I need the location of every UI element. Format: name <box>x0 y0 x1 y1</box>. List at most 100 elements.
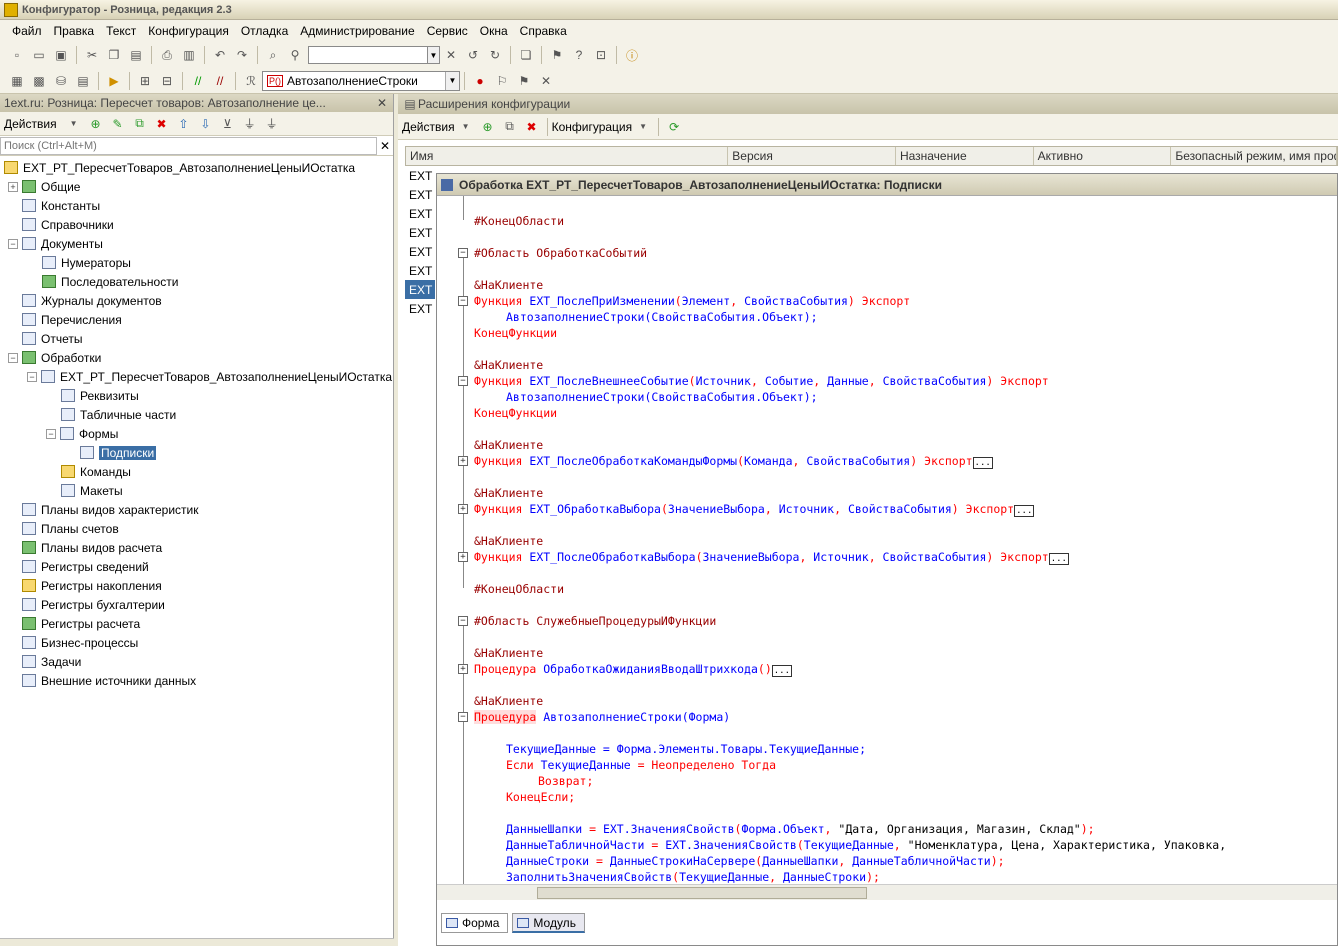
print-icon[interactable]: ⎙ <box>157 45 177 65</box>
menu-help[interactable]: Справка <box>514 24 573 38</box>
extension-row[interactable]: EXT <box>405 166 435 185</box>
fold-toggle-icon[interactable]: + <box>458 664 468 674</box>
tree-item-calculation-registers[interactable]: Регистры расчета <box>0 614 393 633</box>
find-previous-icon[interactable]: ↺ <box>463 45 483 65</box>
tree-item-accumulation-registers[interactable]: Регистры накопления <box>0 576 393 595</box>
menu-windows[interactable]: Окна <box>474 24 514 38</box>
start-debug-icon[interactable]: ▶ <box>104 71 124 91</box>
refresh-icon[interactable]: ⟳ <box>664 117 684 137</box>
collapse-icon[interactable]: − <box>8 352 18 363</box>
col-safe-mode[interactable]: Безопасный режим, имя профи <box>1171 147 1337 165</box>
new-file-icon[interactable]: ▫ <box>7 45 27 65</box>
bookmark-icon[interactable]: ⚐ <box>492 71 512 91</box>
add-extension-icon[interactable]: ⊕ <box>478 117 498 137</box>
database-config-icon[interactable]: ▦ <box>7 71 27 91</box>
tree-item-attributes[interactable]: Реквизиты <box>0 386 393 405</box>
help-icon[interactable]: ⚑ <box>547 45 567 65</box>
info-icon[interactable]: ⓘ <box>622 45 642 65</box>
tree-item-common[interactable]: + Общие <box>0 177 393 196</box>
find-in-files-icon[interactable]: ⌕ <box>263 45 283 65</box>
tree-root[interactable]: EXT_РТ_ПересчетТоваров_АвтозаполнениеЦен… <box>0 158 393 177</box>
col-active[interactable]: Активно <box>1034 147 1172 165</box>
menu-edit[interactable]: Правка <box>48 24 101 38</box>
tree-item-data-processors[interactable]: − Обработки <box>0 348 393 367</box>
find-next-icon[interactable]: ↻ <box>485 45 505 65</box>
menu-text[interactable]: Текст <box>100 24 142 38</box>
dropdown-icon[interactable]: ▼ <box>456 117 476 137</box>
window-tabs-bar[interactable] <box>0 938 394 946</box>
print-preview-icon[interactable]: ▥ <box>179 45 199 65</box>
move-up-icon[interactable]: ⇧ <box>174 114 194 134</box>
next-bookmark-icon[interactable]: ⚑ <box>514 71 534 91</box>
add-icon[interactable]: ⊕ <box>86 114 106 134</box>
collapsed-block-marker[interactable]: ... <box>1048 553 1069 565</box>
copy-icon[interactable]: ❐ <box>104 45 124 65</box>
search-dropdown-icon[interactable]: ▼ <box>428 46 440 64</box>
collapsed-block-marker[interactable]: ... <box>1014 505 1035 517</box>
search-input[interactable] <box>308 46 428 64</box>
format-icon[interactable]: ⊟ <box>157 71 177 91</box>
tree-item-subscriptions[interactable]: Подписки <box>0 443 393 462</box>
code-editor[interactable]: #КонецОбласти − #Область ОбработкаСобыти… <box>437 196 1337 886</box>
tree-item-processor[interactable]: − EXT_РТ_ПересчетТоваров_АвтозаполнениеЦе… <box>0 367 393 386</box>
close-icon[interactable]: ✕ <box>375 96 389 110</box>
module-window-titlebar[interactable]: Обработка EXT_РТ_ПересчетТоваров_Автозап… <box>437 174 1337 196</box>
menu-service[interactable]: Сервис <box>421 24 474 38</box>
extension-row[interactable]: EXT <box>405 204 435 223</box>
configuration-menu[interactable]: Конфигурация <box>552 120 633 134</box>
fold-toggle-icon[interactable]: − <box>458 296 468 306</box>
breakpoint-icon[interactable]: ● <box>470 71 490 91</box>
collapse-icon[interactable]: − <box>8 238 18 249</box>
syntax-helper-icon[interactable]: ⊡ <box>591 45 611 65</box>
procedure-list-icon[interactable]: ℛ <box>241 71 261 91</box>
tree-item-numerators[interactable]: Нумераторы <box>0 253 393 272</box>
fold-toggle-icon[interactable]: + <box>458 552 468 562</box>
edit-icon[interactable]: ✎ <box>108 114 128 134</box>
save-icon[interactable]: ▣ <box>51 45 71 65</box>
collapsed-block-marker[interactable]: ... <box>972 457 993 469</box>
procedure-combo[interactable]: Р() АвтозаполнениеСтроки ▼ <box>262 70 460 91</box>
context-help-icon[interactable]: ? <box>569 45 589 65</box>
tree-item-documents[interactable]: − Документы <box>0 234 393 253</box>
fold-toggle-icon[interactable]: + <box>458 456 468 466</box>
collapse-icon[interactable]: − <box>27 371 37 382</box>
dropdown-icon[interactable]: ▼ <box>64 114 84 134</box>
sort-icon[interactable]: ⊻ <box>218 114 238 134</box>
tree-item-templates[interactable]: Макеты <box>0 481 393 500</box>
col-name[interactable]: Имя <box>406 147 729 165</box>
tree-item-reports[interactable]: Отчеты <box>0 329 393 348</box>
extension-row[interactable]: EXT <box>405 242 435 261</box>
filter-icon[interactable]: ⏚ <box>240 114 260 134</box>
tree-item-sequences[interactable]: Последовательности <box>0 272 393 291</box>
tab-form[interactable]: Форма <box>441 913 509 933</box>
move-down-icon[interactable]: ⇩ <box>196 114 216 134</box>
tab-module[interactable]: Модуль <box>512 913 585 933</box>
menu-file[interactable]: Файл <box>6 24 48 38</box>
tree-item-document-journals[interactable]: Журналы документов <box>0 291 393 310</box>
tree-item-commands[interactable]: Команды <box>0 462 393 481</box>
tree-search-input[interactable] <box>0 136 377 155</box>
dropdown-icon[interactable]: ▼ <box>633 117 653 137</box>
cut-icon[interactable]: ✂ <box>82 45 102 65</box>
tree-item-calculation-types[interactable]: Планы видов расчета <box>0 538 393 557</box>
undo-icon[interactable]: ↶ <box>210 45 230 65</box>
extension-row[interactable]: EXT <box>405 299 435 318</box>
tree-item-accounting-registers[interactable]: Регистры бухгалтерии <box>0 595 393 614</box>
clear-search-icon[interactable]: ✕ <box>377 139 393 153</box>
fold-toggle-icon[interactable]: − <box>458 616 468 626</box>
fold-toggle-icon[interactable]: − <box>458 712 468 722</box>
tree-item-forms[interactable]: − Формы <box>0 424 393 443</box>
clear-search-icon[interactable]: ✕ <box>441 45 461 65</box>
collapse-icon[interactable]: − <box>46 428 56 439</box>
tree-item-external-data-sources[interactable]: Внешние источники данных <box>0 671 393 690</box>
col-purpose[interactable]: Назначение <box>896 147 1034 165</box>
delete-extension-icon[interactable]: ✖ <box>522 117 542 137</box>
menu-configuration[interactable]: Конфигурация <box>142 24 235 38</box>
chevron-down-icon[interactable]: ▼ <box>445 71 459 90</box>
tree-item-business-processes[interactable]: Бизнес-процессы <box>0 633 393 652</box>
windows-icon[interactable]: ❏ <box>516 45 536 65</box>
search-icon[interactable]: ⚲ <box>285 45 305 65</box>
extensions-actions-menu[interactable]: Действия <box>402 120 455 134</box>
update-db-icon[interactable]: ⛁ <box>51 71 71 91</box>
actions-menu[interactable]: Действия <box>4 117 57 131</box>
